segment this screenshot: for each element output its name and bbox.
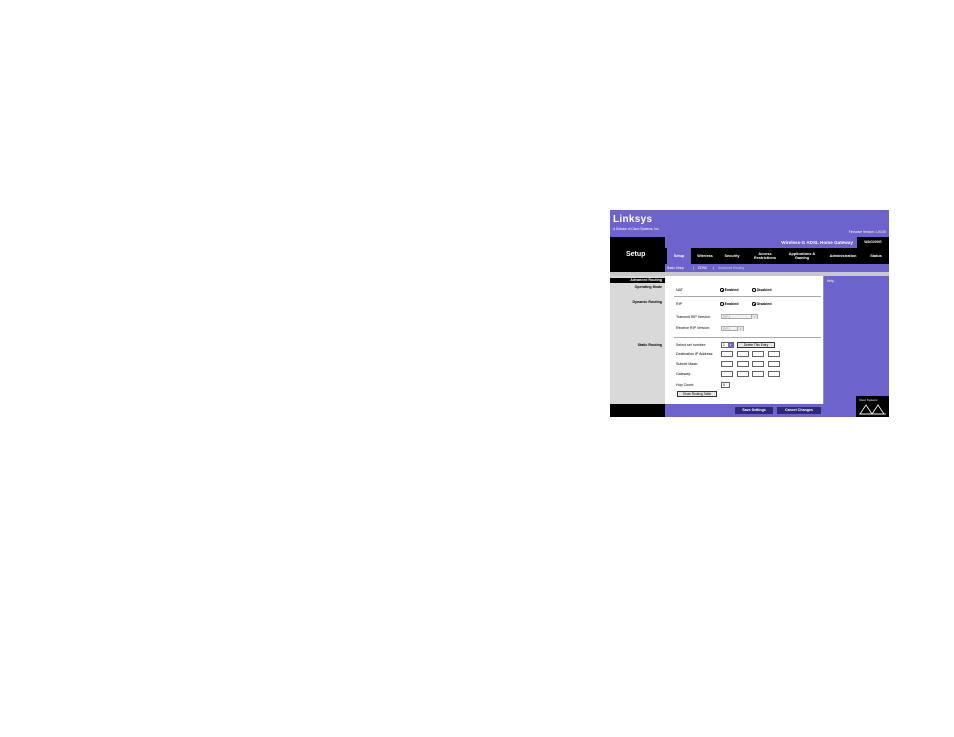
subtab-separator: |: [713, 266, 714, 270]
advanced-routing-heading: Advanced Routing: [610, 278, 665, 283]
dynamic-routing-label: Dynamic Routing: [632, 300, 662, 304]
help-panel: Help...: [824, 276, 889, 404]
tab-wireless[interactable]: Wireless: [693, 248, 717, 264]
subnet-octet-4[interactable]: [768, 361, 780, 367]
subnet-octet-2[interactable]: [737, 361, 749, 367]
nat-disabled-radio[interactable]: Disabled: [752, 288, 772, 292]
transmit-rip-select[interactable]: RIP1 ▾: [721, 314, 758, 319]
chevron-down-icon: ▾: [737, 327, 743, 331]
tab-status[interactable]: Status: [865, 248, 887, 264]
transmit-rip-label: Transmit RIP Version:: [676, 315, 711, 319]
dest-ip-octet-4[interactable]: [768, 351, 780, 357]
divider: [674, 337, 821, 338]
page-title: Setup: [626, 251, 646, 258]
hop-count-input[interactable]: 0: [721, 382, 730, 388]
chevron-down-icon: ▾: [751, 315, 757, 319]
radio-selected-icon: [720, 288, 724, 292]
main-tabs: Setup Wireless Security Access Restricti…: [665, 248, 889, 264]
hop-count-label: Hop Count:: [676, 383, 695, 387]
set-number-label: Select set number:: [676, 343, 706, 347]
subtab-ddns[interactable]: DDNS: [698, 266, 707, 270]
rip-disabled-radio[interactable]: Disabled: [752, 302, 772, 306]
gateway-octet-4[interactable]: [768, 371, 780, 377]
divider: [674, 296, 821, 297]
subtab-separator: |: [693, 266, 694, 270]
cisco-logo: Cisco Systems: [856, 396, 889, 417]
gateway-label: Gateway:: [676, 372, 692, 376]
subtab-advanced-routing[interactable]: Advanced Routing: [718, 266, 744, 270]
dest-ip-octet-1[interactable]: [721, 351, 733, 357]
subtab-basic-setup[interactable]: Basic Setup: [667, 266, 684, 270]
tab-setup[interactable]: Setup: [667, 248, 691, 264]
tab-access-restrictions[interactable]: Access Restrictions: [747, 248, 783, 264]
gateway-octet-3[interactable]: [752, 371, 764, 377]
set-number-select[interactable]: 1 ▾: [721, 342, 734, 348]
product-name: Wireless-G ADSL Home Gateway: [781, 239, 853, 245]
left-label-column: [610, 276, 665, 404]
subnet-octet-1[interactable]: [721, 361, 733, 367]
tab-applications-gaming[interactable]: Applications & Gaming: [783, 248, 821, 264]
product-bar: Wireless-G ADSL Home Gateway WAG200G: [665, 237, 889, 248]
dest-ip-octet-3[interactable]: [752, 351, 764, 357]
static-routing-label: Static Routing: [637, 343, 662, 347]
radio-unselected-icon: [752, 288, 756, 292]
dest-ip-octet-2[interactable]: [737, 351, 749, 357]
tab-security[interactable]: Security: [719, 248, 745, 264]
cisco-bridge-icon: [859, 404, 886, 415]
nat-label: NAT: [676, 288, 683, 292]
operating-mode-label: Operating Mode: [634, 285, 662, 289]
receive-rip-select[interactable]: RIP1 ▾: [721, 326, 744, 331]
rip-label: RIP: [676, 302, 682, 306]
delete-entry-button[interactable]: Delete This Entry: [737, 342, 775, 348]
subnet-octet-3[interactable]: [752, 361, 764, 367]
footer-left: [610, 404, 665, 417]
subnet-mask-label: Subnet Mask:: [676, 362, 698, 366]
tab-administration[interactable]: Administration: [823, 248, 863, 264]
help-link[interactable]: Help...: [827, 279, 836, 283]
nat-enabled-radio[interactable]: Enabled: [720, 288, 739, 292]
sub-tabs: Basic Setup | DDNS | Advanced Routing: [665, 264, 889, 272]
linksys-logo: Linksys: [613, 214, 653, 225]
gateway-octet-1[interactable]: [721, 371, 733, 377]
save-settings-button[interactable]: Save Settings: [735, 407, 773, 414]
firmware-version: Firmware Version: 1.00.00: [848, 230, 886, 234]
gateway-octet-2[interactable]: [737, 371, 749, 377]
receive-rip-label: Receive RIP Version:: [676, 326, 710, 330]
show-routing-table-button[interactable]: Show Routing Table: [677, 391, 717, 397]
footer-bar: Save Settings Cancel Changes: [665, 404, 824, 417]
model-number: WAG200G: [857, 237, 889, 248]
header-banner: Linksys A Division of Cisco Systems, Inc…: [610, 210, 889, 237]
rip-enabled-radio[interactable]: Enabled: [720, 302, 739, 306]
radio-selected-icon: [752, 302, 756, 306]
router-admin-window: Linksys A Division of Cisco Systems, Inc…: [610, 210, 889, 417]
chevron-down-icon: ▾: [728, 343, 733, 348]
radio-unselected-icon: [720, 302, 724, 306]
cancel-changes-button[interactable]: Cancel Changes: [777, 407, 821, 414]
logo-subtitle: A Division of Cisco Systems, Inc.: [613, 227, 660, 231]
destination-ip-label: Destination IP Address:: [676, 352, 714, 356]
